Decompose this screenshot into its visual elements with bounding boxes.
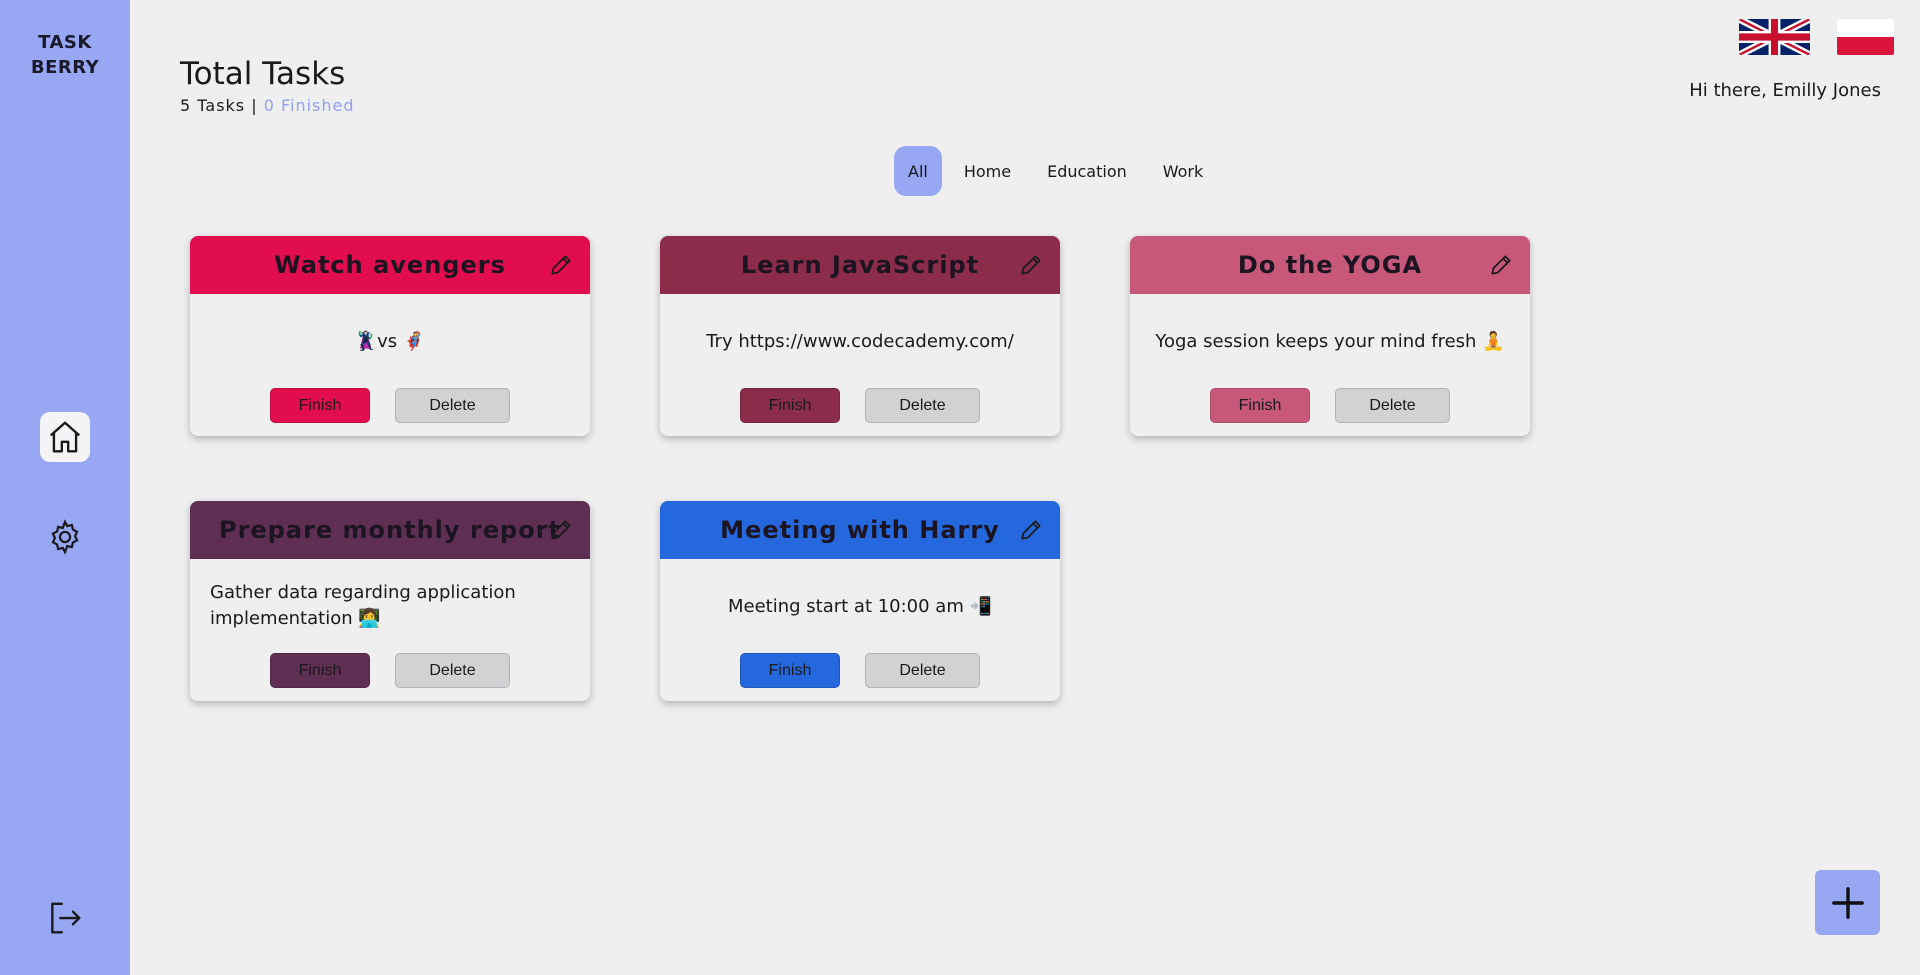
filter-all[interactable]: All	[894, 146, 942, 196]
task-actions: Finish Delete	[190, 653, 590, 688]
task-title: Prepare monthly report	[218, 516, 561, 544]
delete-button[interactable]: Delete	[865, 653, 980, 688]
pencil-icon[interactable]	[1018, 252, 1044, 278]
pencil-icon[interactable]	[1488, 252, 1514, 278]
task-summary: 5 Tasks | 0 Finished	[180, 96, 355, 115]
task-card-header: Learn JavaScript	[660, 236, 1060, 294]
delete-button[interactable]: Delete	[1335, 388, 1450, 423]
task-card-header: Prepare monthly report	[190, 501, 590, 559]
task-card-header: Watch avengers	[190, 236, 590, 294]
sidebar-home-button[interactable]	[40, 412, 90, 462]
app-logo[interactable]: TASK BERRY	[0, 30, 130, 80]
pencil-icon[interactable]	[548, 517, 574, 543]
logo-line-1: TASK	[38, 32, 92, 53]
finish-button[interactable]: Finish	[270, 653, 370, 688]
task-actions: Finish Delete	[190, 388, 590, 423]
task-actions: Finish Delete	[660, 388, 1060, 423]
task-description: Meeting start at 10:00 am 📲	[727, 595, 993, 617]
finish-button[interactable]: Finish	[270, 388, 370, 423]
tasks-count: 5 Tasks	[180, 96, 246, 115]
gear-icon	[51, 519, 79, 555]
poland-flag[interactable]	[1837, 19, 1894, 55]
task-description: 🦹vs 🦸	[354, 330, 426, 352]
task-description: Gather data regarding application implem…	[210, 582, 516, 629]
pencil-icon[interactable]	[548, 252, 574, 278]
finish-button[interactable]: Finish	[1210, 388, 1310, 423]
home-icon	[49, 421, 81, 453]
summary-separator: |	[245, 96, 264, 115]
logo-line-2: BERRY	[30, 57, 100, 78]
sidebar-settings-button[interactable]	[40, 512, 90, 562]
task-card: Do the YOGA Yoga session keeps your mind…	[1130, 236, 1530, 436]
page-title: Total Tasks	[180, 56, 346, 92]
task-actions: Finish Delete	[1130, 388, 1530, 423]
finish-button[interactable]: Finish	[740, 388, 840, 423]
task-card: Meeting with Harry Meeting start at 10:0…	[660, 501, 1060, 701]
task-card: Prepare monthly report Gather data regar…	[190, 501, 590, 701]
task-title: Watch avengers	[274, 251, 506, 279]
user-greeting: Hi there, Emilly Jones	[1689, 80, 1881, 101]
delete-button[interactable]: Delete	[395, 388, 510, 423]
logout-icon	[51, 902, 81, 934]
finished-count: 0 Finished	[263, 96, 355, 115]
task-description: Try https://www.codecademy.com/	[706, 330, 1014, 352]
task-title: Do the YOGA	[1237, 251, 1423, 279]
task-card-header: Meeting with Harry	[660, 501, 1060, 559]
task-card: Learn JavaScript Try https://www.codecad…	[660, 236, 1060, 436]
delete-button[interactable]: Delete	[395, 653, 510, 688]
sidebar: TASK BERRY	[0, 0, 130, 975]
task-card-header: Do the YOGA	[1130, 236, 1530, 294]
filter-work[interactable]: Work	[1149, 146, 1218, 196]
task-title: Learn JavaScript	[740, 251, 980, 279]
category-filters: All Home Education Work	[894, 146, 1225, 196]
task-card: Watch avengers 🦹vs 🦸 Finish Delete	[190, 236, 590, 436]
pencil-icon[interactable]	[1018, 517, 1044, 543]
task-title: Meeting with Harry	[720, 516, 1000, 544]
uk-flag[interactable]	[1739, 19, 1810, 55]
task-actions: Finish Delete	[660, 653, 1060, 688]
delete-button[interactable]: Delete	[865, 388, 980, 423]
plus-icon	[1831, 886, 1864, 919]
sidebar-logout-button[interactable]	[40, 893, 90, 943]
filter-home[interactable]: Home	[950, 146, 1025, 196]
filter-education[interactable]: Education	[1033, 146, 1141, 196]
task-description: Yoga session keeps your mind fresh 🧘	[1155, 330, 1505, 352]
finish-button[interactable]: Finish	[740, 653, 840, 688]
add-task-button[interactable]	[1815, 870, 1880, 935]
